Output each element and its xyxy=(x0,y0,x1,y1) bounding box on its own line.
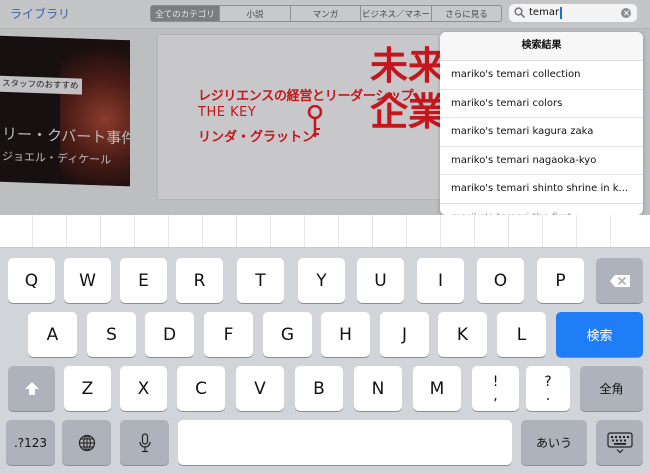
key-o[interactable]: O xyxy=(477,258,524,303)
key-h[interactable]: H xyxy=(321,312,370,357)
key-t[interactable]: T xyxy=(237,258,284,303)
divider xyxy=(542,215,543,247)
banner-left-title: リー・クバート事件 xyxy=(2,124,130,148)
segment-more[interactable]: さらに見る xyxy=(432,5,502,22)
key-y[interactable]: Y xyxy=(298,258,345,303)
microphone-icon xyxy=(138,432,151,452)
key-u[interactable]: U xyxy=(357,258,404,303)
nav-bar: ライブラリ 全てのカテゴリ 小説 マンガ ビジネス／マネー さらに見る xyxy=(0,0,650,29)
divider xyxy=(134,215,135,247)
key-e[interactable]: E xyxy=(120,258,167,303)
key-m[interactable]: M xyxy=(413,366,461,411)
divider xyxy=(474,215,475,247)
library-button[interactable]: ライブラリ xyxy=(10,5,70,22)
dismiss-keyboard-key[interactable] xyxy=(596,420,643,465)
divider xyxy=(304,215,305,247)
divider xyxy=(440,215,441,247)
keyboard-dismiss-icon xyxy=(606,431,633,453)
key-exclamation-comma[interactable]: ! , xyxy=(472,366,519,411)
search-icon xyxy=(514,7,525,18)
divider xyxy=(236,215,237,247)
suggestions-header: 検索結果 xyxy=(440,32,643,61)
banner-center-big-text-2: 企業 xyxy=(370,90,447,134)
onscreen-keyboard: Q W E R T Y U I O P A S D F G H J K L 検索… xyxy=(0,248,650,474)
segment-business[interactable]: ビジネス／マネー xyxy=(361,5,432,22)
fullwidth-key[interactable]: 全角 xyxy=(580,366,643,411)
search-suggestions-popover: 検索結果 mariko's temari collection mariko's… xyxy=(440,32,643,215)
key-q[interactable]: Q xyxy=(8,258,55,303)
divider xyxy=(202,215,203,247)
key-v[interactable]: V xyxy=(236,366,284,411)
divider xyxy=(372,215,373,247)
globe-key[interactable] xyxy=(62,420,111,465)
key-top-char: ! xyxy=(492,373,499,390)
suggestion-item[interactable]: mariko's temari the first xyxy=(440,204,643,216)
shift-key[interactable] xyxy=(8,366,55,411)
featured-banner-left[interactable]: スタッフのおすすめ リー・クバート事件 ジョエル・ディケール xyxy=(0,35,130,187)
key-p[interactable]: P xyxy=(537,258,584,303)
key-z[interactable]: Z xyxy=(64,366,111,411)
divider xyxy=(32,215,33,247)
banner-left-author: ジョエル・ディケール xyxy=(2,149,112,167)
space-bar[interactable] xyxy=(178,420,512,465)
key-bottom-char: . xyxy=(545,387,551,404)
segment-all-categories[interactable]: 全てのカテゴリ xyxy=(150,5,220,22)
globe-icon xyxy=(78,434,95,451)
backspace-icon xyxy=(609,274,630,287)
key-l[interactable]: L xyxy=(497,312,546,357)
banner-center-author: リンダ・グラットン xyxy=(198,130,316,145)
key-c[interactable]: C xyxy=(177,366,225,411)
key-w[interactable]: W xyxy=(64,258,111,303)
banner-center-title: THE KEY xyxy=(198,105,257,120)
key-top-char: ? xyxy=(544,373,552,390)
key-question-period[interactable]: ? . xyxy=(526,366,570,411)
key-r[interactable]: R xyxy=(176,258,223,303)
key-k[interactable]: K xyxy=(438,312,487,357)
segment-manga[interactable]: マンガ xyxy=(291,5,361,22)
divider xyxy=(66,215,67,247)
shift-arrow-icon xyxy=(24,382,39,395)
suggestion-item[interactable]: mariko's temari kagura zaka xyxy=(440,118,643,147)
key-icon xyxy=(307,105,323,137)
key-n[interactable]: N xyxy=(354,366,402,411)
key-f[interactable]: F xyxy=(204,312,253,357)
suggestion-item[interactable]: mariko's temari collection xyxy=(440,61,643,90)
text-cursor xyxy=(560,7,562,19)
numbers-key[interactable]: .?123 xyxy=(6,420,55,465)
key-s[interactable]: S xyxy=(87,312,136,357)
search-input[interactable] xyxy=(529,5,615,20)
divider xyxy=(270,215,271,247)
key-i[interactable]: I xyxy=(417,258,464,303)
key-b[interactable]: B xyxy=(295,366,343,411)
staff-pick-badge: スタッフのおすすめ xyxy=(0,75,82,95)
divider xyxy=(100,215,101,247)
divider xyxy=(508,215,509,247)
search-key[interactable]: 検索 xyxy=(556,312,643,357)
divider xyxy=(338,215,339,247)
key-bottom-char: , xyxy=(493,387,498,404)
divider xyxy=(576,215,577,247)
key-x[interactable]: X xyxy=(120,366,167,411)
key-g[interactable]: G xyxy=(263,312,312,357)
divider xyxy=(610,215,611,247)
content-strip xyxy=(0,215,650,248)
category-segmented-control: 全てのカテゴリ 小説 マンガ ビジネス／マネー さらに見る xyxy=(150,5,502,22)
kana-key[interactable]: あいう xyxy=(521,420,587,465)
divider xyxy=(168,215,169,247)
search-field[interactable] xyxy=(509,4,637,22)
divider xyxy=(406,215,407,247)
suggestion-item[interactable]: mariko's temari shinto shrine in k... xyxy=(440,175,643,204)
backspace-key[interactable] xyxy=(596,258,643,303)
clear-search-icon[interactable] xyxy=(621,8,631,18)
suggestion-item[interactable]: mariko's temari nagaoka-kyo xyxy=(440,147,643,175)
dictation-key[interactable] xyxy=(120,420,169,465)
key-j[interactable]: J xyxy=(380,312,429,357)
suggestion-item[interactable]: mariko's temari colors xyxy=(440,90,643,118)
key-a[interactable]: A xyxy=(28,312,77,357)
key-d[interactable]: D xyxy=(145,312,194,357)
segment-novels[interactable]: 小説 xyxy=(220,5,291,22)
featured-banner-center[interactable]: レジリエンスの経営とリーダーシップ THE KEY リンダ・グラットン 未来 企… xyxy=(157,34,459,200)
